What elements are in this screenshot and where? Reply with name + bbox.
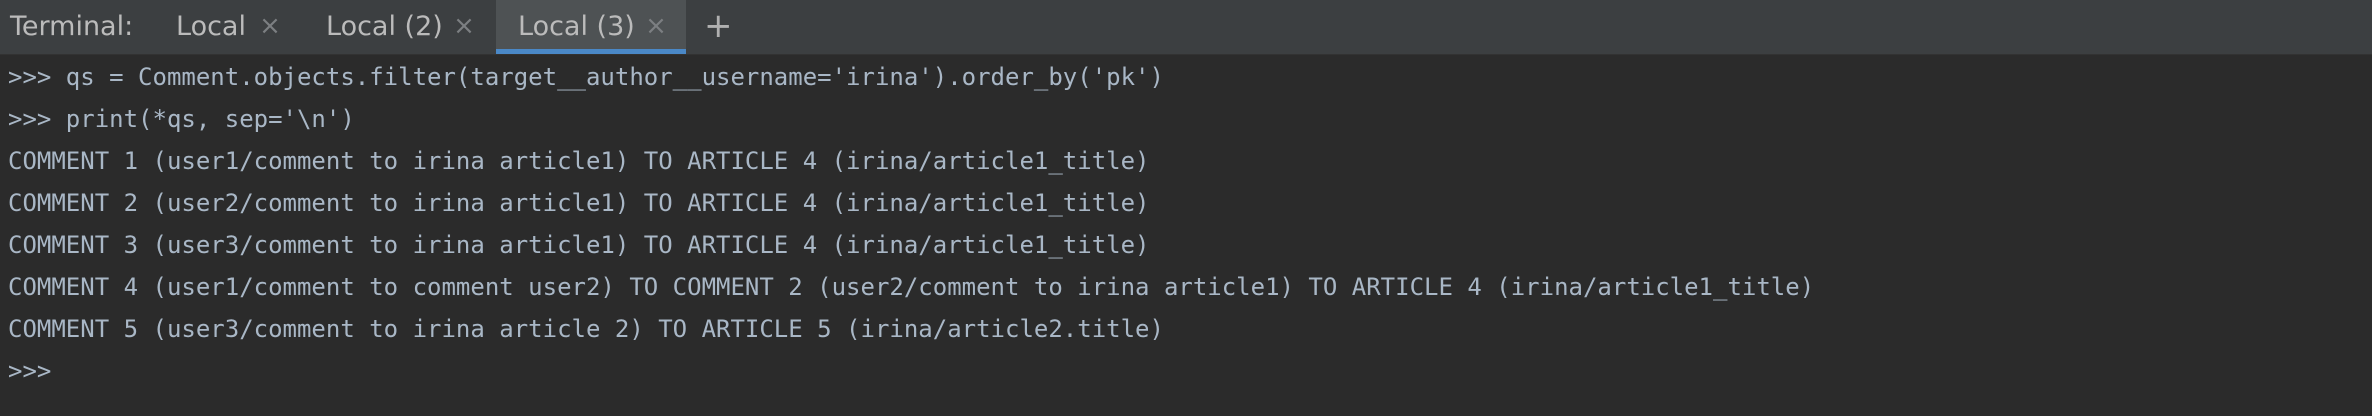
tab-label: Local (3) <box>518 11 635 42</box>
terminal-prompt[interactable]: >>> <box>8 356 51 386</box>
close-icon[interactable]: × <box>452 13 476 39</box>
terminal-line: COMMENT 2 (user2/comment to irina articl… <box>8 189 1150 217</box>
terminal-line: >>> qs = Comment.objects.filter(target__… <box>8 63 1164 91</box>
close-icon[interactable]: × <box>644 13 668 39</box>
terminal-line: COMMENT 1 (user1/comment to irina articl… <box>8 147 1150 175</box>
tab-label: Local <box>176 11 246 42</box>
add-terminal-tab-button[interactable]: + <box>704 9 733 43</box>
terminal-line: COMMENT 5 (user3/comment to irina articl… <box>8 315 1164 343</box>
tab-local-2[interactable]: Local (2) × <box>326 0 478 54</box>
tab-local[interactable]: Local × <box>176 0 296 54</box>
terminal-line: COMMENT 3 (user3/comment to irina articl… <box>8 231 1150 259</box>
tab-label: Local (2) <box>326 11 443 42</box>
active-tab-indicator <box>496 49 686 54</box>
close-icon[interactable]: × <box>258 13 282 39</box>
terminal-output[interactable]: >>> qs = Comment.objects.filter(target__… <box>0 55 2372 416</box>
tab-local-3[interactable]: Local (3) × <box>496 0 686 54</box>
terminal-title: Terminal: <box>10 11 134 42</box>
terminal-line: >>> print(*qs, sep='\n') <box>8 105 355 133</box>
terminal-line: COMMENT 4 (user1/comment to comment user… <box>8 273 1815 301</box>
terminal-tab-bar: Terminal: Local × Local (2) × Local (3) … <box>0 0 2372 55</box>
